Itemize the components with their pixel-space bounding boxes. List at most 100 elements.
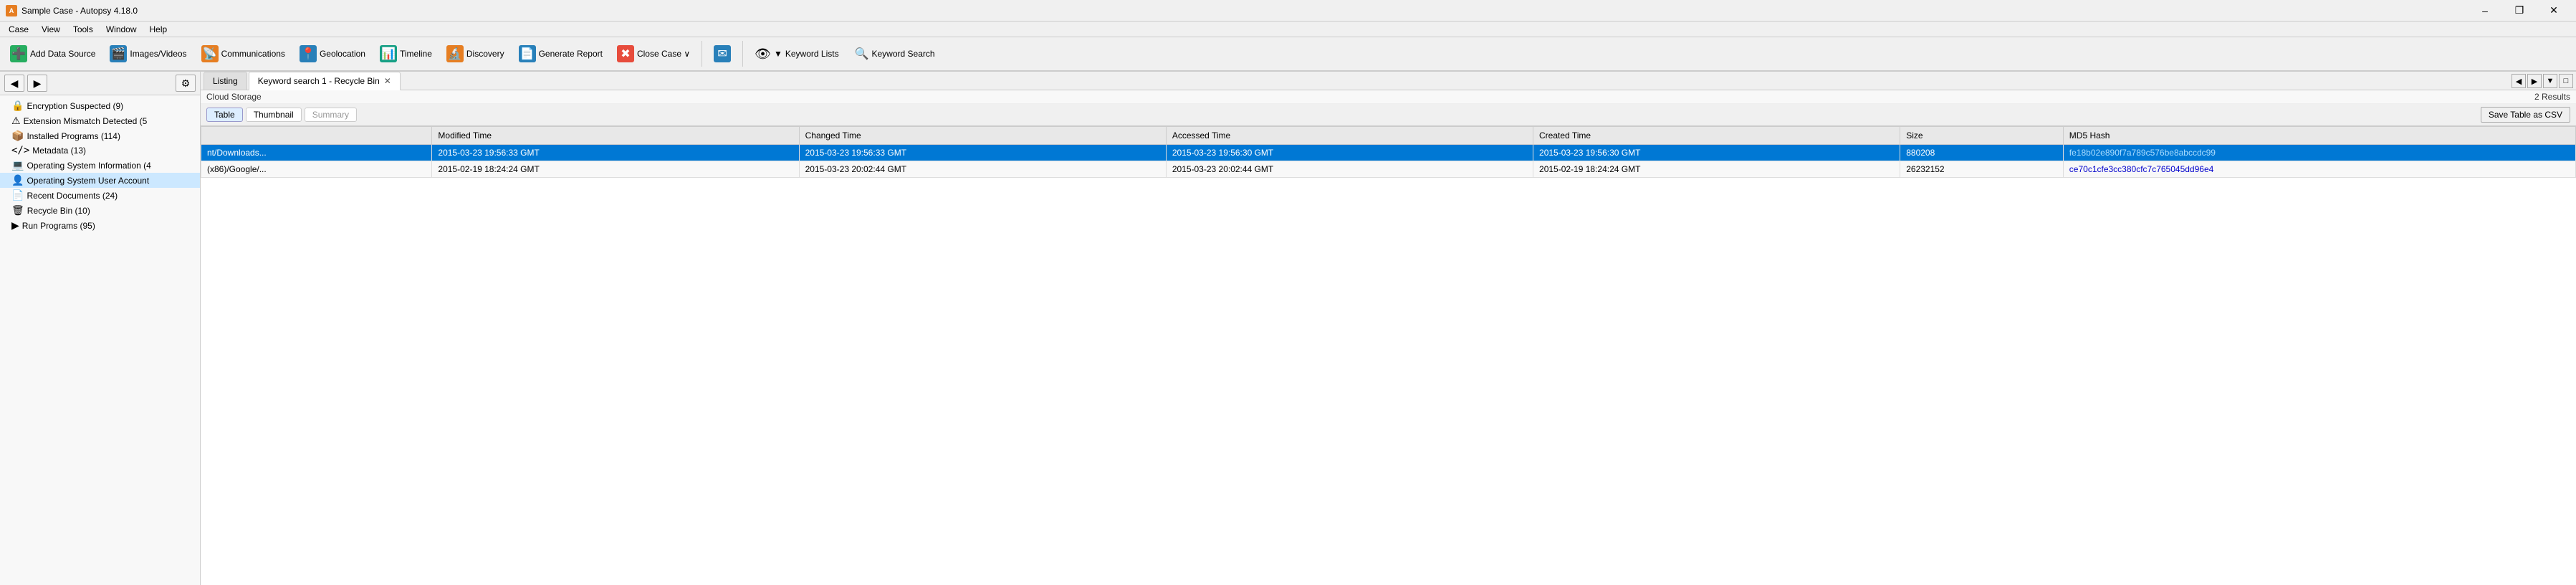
col-header-changed: Changed Time: [799, 127, 1166, 145]
cell-changed: 2015-03-23 20:02:44 GMT: [799, 161, 1166, 178]
sidebar-item-label-encryption: Encryption Suspected (9): [27, 101, 123, 111]
sub-tabs-bar: Table Thumbnail Summary Save Table as CS…: [201, 104, 2576, 126]
menu-view[interactable]: View: [36, 23, 66, 36]
close-case-button[interactable]: ✖ Close Case ∨: [611, 42, 696, 65]
tab-nav-dropdown[interactable]: ▼: [2543, 74, 2557, 88]
sidebar-item-label-installed: Installed Programs (114): [27, 131, 120, 141]
menu-help[interactable]: Help: [144, 23, 173, 36]
discovery-label: Discovery: [466, 49, 504, 59]
user-icon: 👤: [11, 174, 24, 186]
cell-name: (x86)/Google/...: [201, 161, 432, 178]
cell-md5: fe18b02e890f7a789c576be8abccdc99: [2063, 145, 2575, 161]
sidebar-item-recycle-bin[interactable]: 🗑 Recycle Bin (10): [0, 203, 200, 218]
sidebar-item-os-user[interactable]: 👤 Operating System User Account: [0, 173, 200, 188]
back-button[interactable]: ◀: [4, 75, 24, 92]
cloud-storage-label: Cloud Storage: [206, 92, 262, 102]
communications-icon: 📡: [201, 45, 219, 62]
col-header-md5: MD5 Hash: [2063, 127, 2575, 145]
eye-icon: 👁: [755, 47, 771, 62]
sidebar-item-label-os-user: Operating System User Account: [27, 176, 149, 186]
tab-keyword-search-label: Keyword search 1 - Recycle Bin: [258, 76, 380, 86]
images-videos-icon: 🎬: [110, 45, 127, 62]
sidebar-nav: ◀ ▶ ⚙: [0, 72, 200, 95]
menu-tools[interactable]: Tools: [67, 23, 99, 36]
title-bar-controls: – ❐ ✕: [2469, 0, 2570, 22]
keyword-lists-button[interactable]: 👁 ▼ Keyword Lists: [749, 44, 844, 65]
menu-case[interactable]: Case: [3, 23, 34, 36]
tab-listing[interactable]: Listing: [204, 72, 247, 90]
run-icon: ▶: [11, 219, 19, 232]
sidebar-item-os-info[interactable]: 💻 Operating System Information (4: [0, 158, 200, 173]
keyword-search-label: Keyword Search: [872, 49, 935, 59]
sidebar-item-run-programs[interactable]: ▶ Run Programs (95): [0, 218, 200, 233]
col-header-modified: Modified Time: [432, 127, 799, 145]
code-icon: </>: [11, 145, 29, 156]
sub-tab-thumbnail[interactable]: Thumbnail: [246, 108, 302, 122]
add-data-source-button[interactable]: ➕ Add Data Source: [4, 42, 101, 65]
warning-icon: ⚠: [11, 115, 21, 127]
sidebar-item-label-recycle: Recycle Bin (10): [27, 206, 90, 216]
main-area: ◀ ▶ ⚙ 🔒 Encryption Suspected (9) ⚠ Exten…: [0, 72, 2576, 585]
results-table: Modified Time Changed Time Accessed Time…: [201, 126, 2576, 178]
col-header-created: Created Time: [1533, 127, 1900, 145]
keyword-lists-label: Keyword Lists: [785, 49, 839, 59]
sidebar-tree: 🔒 Encryption Suspected (9) ⚠ Extension M…: [0, 95, 200, 585]
sidebar-item-extension-mismatch[interactable]: ⚠ Extension Mismatch Detected (5: [0, 113, 200, 128]
tab-keyword-search-1[interactable]: Keyword search 1 - Recycle Bin ✕: [249, 72, 401, 90]
computer-icon: 💻: [11, 159, 24, 171]
tab-nav-next[interactable]: ▶: [2527, 74, 2542, 88]
cell-changed: 2015-03-23 19:56:33 GMT: [799, 145, 1166, 161]
close-button[interactable]: ✕: [2537, 0, 2570, 22]
content-area: Listing Keyword search 1 - Recycle Bin ✕…: [201, 72, 2576, 585]
close-case-label: Close Case ∨: [637, 49, 690, 59]
table-row[interactable]: nt/Downloads...2015-03-23 19:56:33 GMT20…: [201, 145, 2576, 161]
sidebar-item-label-metadata: Metadata (13): [32, 146, 86, 156]
timeline-button[interactable]: 📊 Timeline: [374, 42, 438, 65]
sidebar-item-metadata[interactable]: </> Metadata (13): [0, 143, 200, 158]
sidebar-item-recent-docs[interactable]: 📄 Recent Documents (24): [0, 188, 200, 203]
sidebar-item-label-run: Run Programs (95): [22, 221, 95, 231]
sub-tab-summary: Summary: [305, 108, 357, 122]
sidebar-item-label-os-info: Operating System Information (4: [27, 161, 150, 171]
discovery-icon: 🔬: [446, 45, 464, 62]
menu-window[interactable]: Window: [100, 23, 143, 36]
tab-nav-prev[interactable]: ◀: [2512, 74, 2526, 88]
save-csv-button[interactable]: Save Table as CSV: [2481, 107, 2570, 123]
settings-button[interactable]: ⚙: [176, 75, 196, 92]
cell-accessed: 2015-03-23 19:56:30 GMT: [1166, 145, 1533, 161]
forward-button[interactable]: ▶: [27, 75, 47, 92]
geolocation-button[interactable]: 📍 Geolocation: [294, 42, 371, 65]
menu-bar: Case View Tools Window Help: [0, 22, 2576, 37]
toolbar: ➕ Add Data Source 🎬 Images/Videos 📡 Comm…: [0, 37, 2576, 72]
dropdown-icon: ▼: [774, 49, 782, 59]
cell-created: 2015-03-23 19:56:30 GMT: [1533, 145, 1900, 161]
sidebar-item-installed-programs[interactable]: 📦 Installed Programs (114): [0, 128, 200, 143]
timeline-label: Timeline: [400, 49, 432, 59]
results-count: 2 Results: [2534, 92, 2570, 102]
document-icon: 📄: [11, 189, 24, 201]
sub-tabs: Table Thumbnail Summary: [206, 108, 357, 122]
cell-size: 26232152: [1900, 161, 2064, 178]
cell-accessed: 2015-03-23 20:02:44 GMT: [1166, 161, 1533, 178]
images-videos-button[interactable]: 🎬 Images/Videos: [104, 42, 192, 65]
communications-label: Communications: [221, 49, 285, 59]
title-bar-left: A Sample Case - Autopsy 4.18.0: [6, 5, 138, 16]
keyword-search-button[interactable]: 🔍 Keyword Search: [848, 44, 942, 64]
email-button[interactable]: ✉: [708, 42, 737, 65]
add-data-source-icon: ➕: [10, 45, 27, 62]
title-bar: A Sample Case - Autopsy 4.18.0 – ❐ ✕: [0, 0, 2576, 22]
minimize-button[interactable]: –: [2469, 0, 2501, 22]
maximize-button[interactable]: ❐: [2503, 0, 2536, 22]
communications-button[interactable]: 📡 Communications: [196, 42, 291, 65]
tab-close-button[interactable]: ✕: [384, 76, 391, 86]
sub-tab-table[interactable]: Table: [206, 108, 243, 122]
tab-nav-close-all[interactable]: □: [2559, 74, 2573, 88]
discovery-button[interactable]: 🔬 Discovery: [441, 42, 510, 65]
title-bar-text: Sample Case - Autopsy 4.18.0: [21, 6, 138, 16]
col-header-name: [201, 127, 432, 145]
table-row[interactable]: (x86)/Google/...2015-02-19 18:24:24 GMT2…: [201, 161, 2576, 178]
generate-report-button[interactable]: 📄 Generate Report: [513, 42, 608, 65]
generate-report-label: Generate Report: [539, 49, 603, 59]
sidebar-item-encryption[interactable]: 🔒 Encryption Suspected (9): [0, 98, 200, 113]
cell-modified: 2015-02-19 18:24:24 GMT: [432, 161, 799, 178]
